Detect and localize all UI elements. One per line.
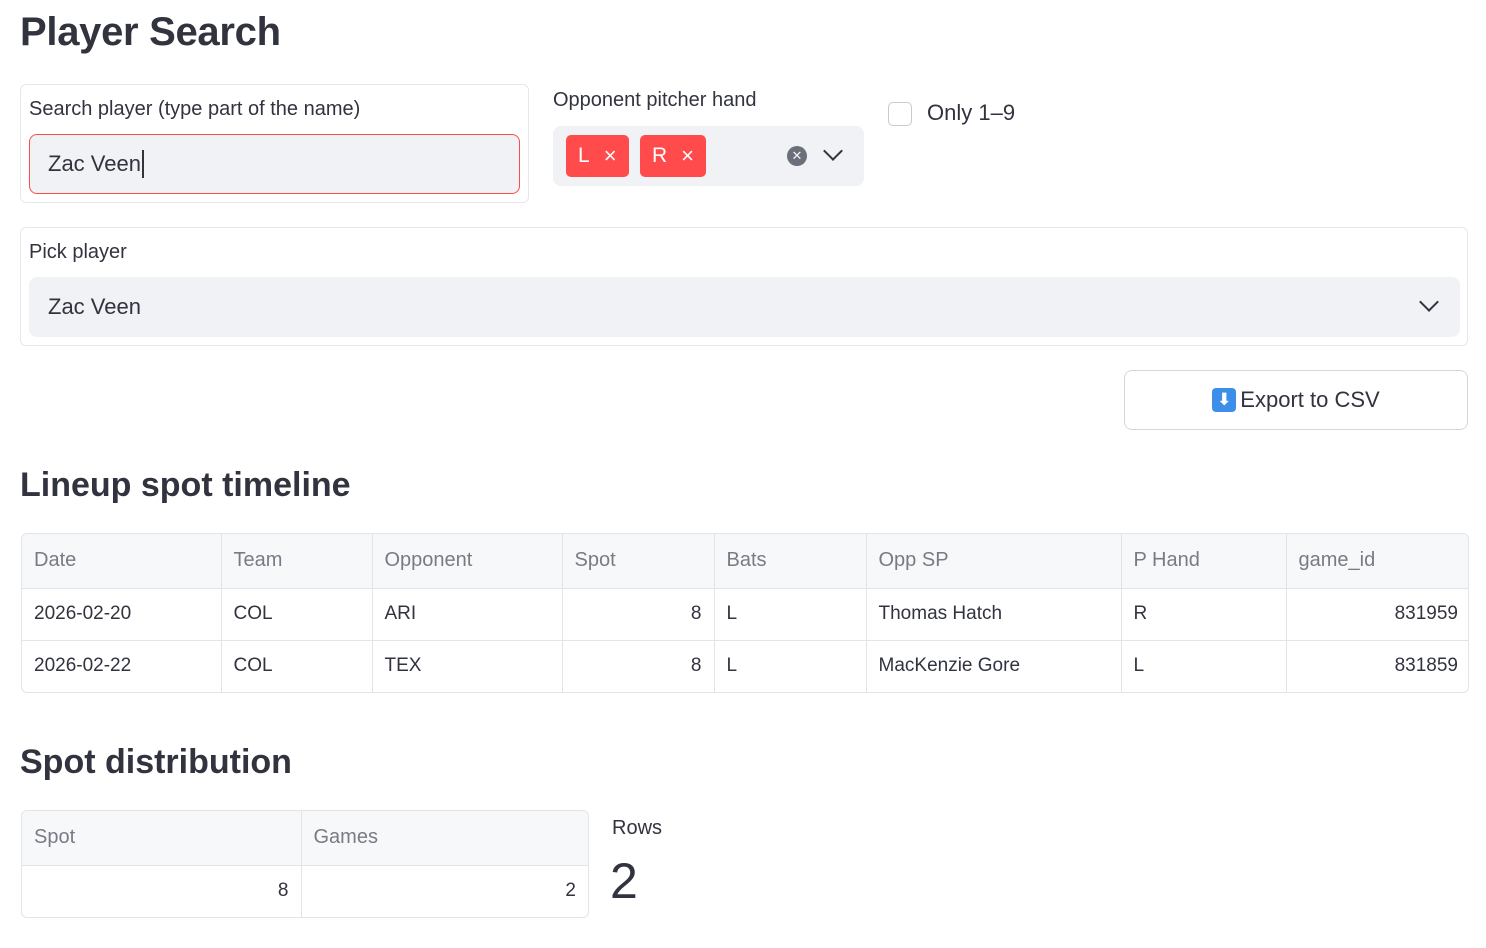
cell-game-id[interactable]: 831859 xyxy=(1286,640,1468,692)
pitcher-hand-multiselect[interactable]: L × R × ✕ xyxy=(553,126,864,186)
chip-hand-l: L × xyxy=(566,135,629,177)
distribution-table: Spot Games 8 2 xyxy=(21,810,589,918)
rows-metric-value: 2 xyxy=(610,853,638,909)
table-row: 2026-02-22 COL TEX 8 L MacKenzie Gore L … xyxy=(22,640,1468,692)
chip-label: R xyxy=(652,144,668,167)
text-caret xyxy=(141,150,144,178)
chip-remove-icon[interactable]: × xyxy=(681,145,694,167)
search-player-label: Search player (type part of the name) xyxy=(29,98,361,120)
table-row: 2026-02-20 COL ARI 8 L Thomas Hatch R 83… xyxy=(22,588,1468,641)
export-csv-button[interactable]: ⬇ Export to CSV xyxy=(1124,370,1468,430)
page-title: Player Search xyxy=(20,10,281,54)
timeline-heading: Lineup spot timeline xyxy=(20,466,351,504)
column-header-spot[interactable]: Spot xyxy=(22,811,302,866)
search-player-input[interactable]: Zac Veen xyxy=(29,134,520,194)
cell-spot[interactable]: 8 xyxy=(562,588,715,641)
pick-player-label: Pick player xyxy=(29,241,127,263)
column-header-opp-sp[interactable]: Opp SP xyxy=(866,534,1122,589)
cell-spot[interactable]: 8 xyxy=(22,865,302,917)
column-header-game-id[interactable]: game_id xyxy=(1286,534,1468,589)
table-header-row: Spot Games xyxy=(22,811,588,866)
column-header-team[interactable]: Team xyxy=(221,534,373,589)
distribution-heading: Spot distribution xyxy=(20,743,292,781)
cell-team[interactable]: COL xyxy=(221,588,373,641)
chip-label: L xyxy=(578,144,590,167)
cell-p-hand[interactable]: L xyxy=(1121,640,1287,692)
column-header-spot[interactable]: Spot xyxy=(562,534,715,589)
cell-date[interactable]: 2026-02-20 xyxy=(22,588,222,641)
search-player-container: Search player (type part of the name) Za… xyxy=(20,84,529,203)
column-header-opponent[interactable]: Opponent xyxy=(372,534,563,589)
chevron-down-icon[interactable] xyxy=(1419,292,1439,312)
search-player-value: Zac Veen xyxy=(48,151,141,176)
cell-team[interactable]: COL xyxy=(221,640,373,692)
pick-player-value: Zac Veen xyxy=(48,294,141,319)
pick-player-select[interactable]: Zac Veen xyxy=(29,277,1460,337)
only-1-9-checkbox[interactable] xyxy=(888,102,912,126)
cell-opp-sp[interactable]: MacKenzie Gore xyxy=(866,640,1122,692)
download-arrow-icon: ⬇ xyxy=(1212,388,1237,412)
cell-opp-sp[interactable]: Thomas Hatch xyxy=(866,588,1122,641)
rows-metric-label: Rows xyxy=(612,817,663,839)
clear-all-icon[interactable]: ✕ xyxy=(787,146,807,166)
cell-opponent[interactable]: ARI xyxy=(372,588,563,641)
cell-bats[interactable]: L xyxy=(714,640,867,692)
only-1-9-label[interactable]: Only 1–9 xyxy=(927,100,1015,126)
chevron-down-icon[interactable] xyxy=(823,141,843,161)
column-header-date[interactable]: Date xyxy=(22,534,222,589)
cell-bats[interactable]: L xyxy=(714,588,867,641)
table-row: 8 2 xyxy=(22,865,588,917)
table-header-row: Date Team Opponent Spot Bats Opp SP P Ha… xyxy=(22,534,1468,589)
pitcher-hand-label: Opponent pitcher hand xyxy=(553,89,757,111)
cell-p-hand[interactable]: R xyxy=(1121,588,1287,641)
column-header-games[interactable]: Games xyxy=(301,811,588,866)
cell-game-id[interactable]: 831959 xyxy=(1286,588,1468,641)
export-csv-label: Export to CSV xyxy=(1240,387,1380,412)
cell-date[interactable]: 2026-02-22 xyxy=(22,640,222,692)
cell-opponent[interactable]: TEX xyxy=(372,640,563,692)
column-header-bats[interactable]: Bats xyxy=(714,534,867,589)
timeline-table: Date Team Opponent Spot Bats Opp SP P Ha… xyxy=(21,533,1469,693)
cell-games[interactable]: 2 xyxy=(301,865,588,917)
column-header-p-hand[interactable]: P Hand xyxy=(1121,534,1287,589)
pick-player-container: Pick player Zac Veen xyxy=(20,227,1468,346)
chip-hand-r: R × xyxy=(640,135,707,177)
chip-remove-icon[interactable]: × xyxy=(604,145,617,167)
cell-spot[interactable]: 8 xyxy=(562,640,715,692)
